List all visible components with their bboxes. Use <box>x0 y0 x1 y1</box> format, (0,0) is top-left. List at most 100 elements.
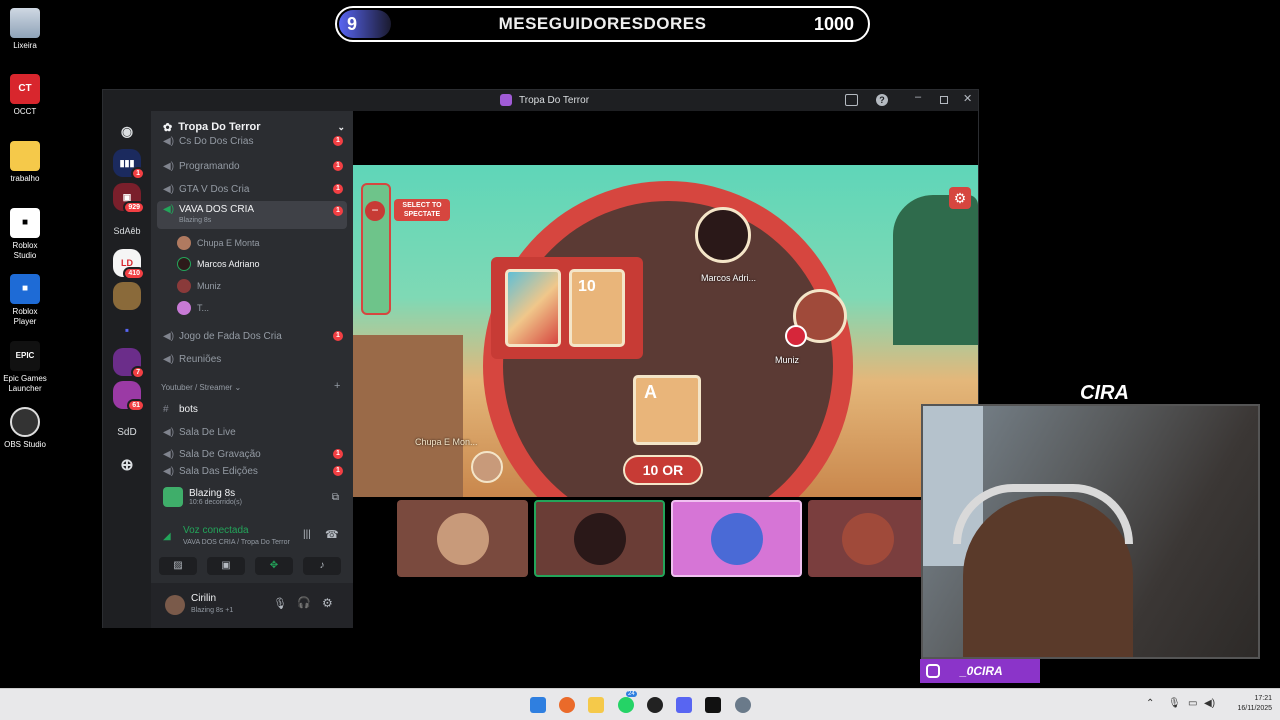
game-settings-icon[interactable]: ⚙ <box>949 187 971 209</box>
category-name: Youtuber / Streamer <box>161 383 233 392</box>
network-icon[interactable]: ▭ <box>1188 698 1197 709</box>
add-server-icon[interactable]: ⊕ <box>113 451 141 479</box>
voice-user[interactable]: T... <box>177 299 209 317</box>
close-icon[interactable]: ✕ <box>963 92 972 105</box>
desktop-icon-recycle-bin[interactable]: Lixeira <box>2 8 48 51</box>
activity-title: Blazing 8s <box>189 488 236 499</box>
discord-window: Tropa Do Terror ? – ✕ ◉ ▮▮▮ 1 ▣ 929 SdAêb … <box>102 89 979 628</box>
inbox-icon[interactable] <box>845 94 858 106</box>
server-icon[interactable] <box>113 282 141 310</box>
settings-taskbar-icon[interactable] <box>735 697 751 713</box>
avatar <box>436 512 489 565</box>
desktop-icon-roblox-studio[interactable]: ■ Roblox Studio <box>2 208 48 261</box>
player-name: Marcos Adri... <box>701 273 757 283</box>
speaker-icon: ◀) <box>163 466 175 477</box>
desktop-icon-occt[interactable]: CT OCCT <box>2 74 48 117</box>
disconnect-icon[interactable]: ☎ <box>325 528 339 541</box>
voice-user[interactable]: Muniz <box>177 277 221 295</box>
text-channel[interactable]: # bots <box>157 399 347 419</box>
participant-tile[interactable] <box>397 500 528 577</box>
firefox-icon[interactable] <box>559 697 575 713</box>
chevron-up-icon[interactable]: ⌃ <box>1146 698 1154 709</box>
player-name: Muniz <box>775 355 800 365</box>
voice-status[interactable]: Voz conectada <box>183 525 249 536</box>
popout-icon[interactable]: ⧉ <box>332 492 339 503</box>
voice-user[interactable]: Chupa E Monta <box>177 234 260 252</box>
voice-channel-active[interactable]: ◀) VAVA DOS CRIA Blazing 8s 1 <box>157 201 347 229</box>
windows-start-icon[interactable] <box>530 697 546 713</box>
desktop-icon-epic-games[interactable]: EPIC Epic Games Launcher <box>2 341 48 394</box>
server-icon[interactable]: 61 <box>113 381 145 412</box>
desktop-icon-label: OCCT <box>13 107 37 116</box>
recycle-bin-icon <box>10 8 40 38</box>
voice-channel[interactable]: ◀) GTA V Dos Cria 1 <box>157 179 347 199</box>
voice-channel[interactable]: ◀) Programando 1 <box>157 156 347 176</box>
voice-user[interactable]: Marcos Adriano <box>177 255 260 273</box>
voice-channel[interactable]: ◀) Cs Do Dos Crias 1 <box>157 135 347 147</box>
folder-icon[interactable]: ▪ <box>113 316 141 344</box>
desktop-icon-obs[interactable]: OBS Studio <box>2 407 48 450</box>
participant-tile-speaking[interactable] <box>534 500 665 577</box>
minimize-icon[interactable]: – <box>915 91 921 103</box>
avatar[interactable] <box>165 595 185 615</box>
add-channel-icon[interactable]: + <box>334 380 340 392</box>
server-icon[interactable]: 7 <box>113 348 145 379</box>
draw-pile-card[interactable] <box>505 269 561 347</box>
clock-date: 16/11/2025 <box>1237 705 1272 712</box>
discord-taskbar-icon[interactable] <box>676 697 692 713</box>
signal-icon: ◢ <box>163 531 171 542</box>
participant-tile[interactable] <box>808 500 928 577</box>
voice-channel[interactable]: ◀) Sala Das Edições 1 <box>157 466 347 478</box>
player-name: Chupa E Mon... <box>415 437 478 447</box>
channel-activity: Blazing 8s <box>179 217 212 224</box>
voice-channel[interactable]: ◀) Sala De Gravação 1 <box>157 444 347 464</box>
server-list: ◉ ▮▮▮ 1 ▣ 929 SdAêb LD 410 ▪ 7 61 SdD ⊕ <box>103 111 151 628</box>
discord-home-icon[interactable]: ◉ <box>113 117 141 145</box>
call-button[interactable]: 10 OR <box>623 455 703 485</box>
help-icon[interactable]: ? <box>876 94 888 106</box>
microphone-tray-icon[interactable]: 🎙 <box>1168 698 1181 709</box>
voice-channel[interactable]: ◀) Jogo de Fada Dos Cria 1 <box>157 326 347 346</box>
activities-button[interactable]: ✥ <box>255 557 293 575</box>
file-explorer-icon[interactable] <box>588 697 604 713</box>
server-icon[interactable]: ▣ 929 <box>113 183 145 214</box>
minus-icon[interactable]: − <box>365 201 385 221</box>
desktop-icon-trabalho[interactable]: trabalho <box>2 141 48 184</box>
desktop-icon-roblox-player[interactable]: ■ Roblox Player <box>2 274 48 327</box>
channel-name: VAVA DOS CRIA <box>179 204 255 215</box>
hand-card[interactable]: A <box>633 375 701 445</box>
soundboard-button[interactable]: ♪ <box>303 557 341 575</box>
volume-icon[interactable]: ◀) <box>1204 698 1215 709</box>
clock[interactable]: 17:21 16/11/2025 <box>1226 694 1272 714</box>
clock-time: 17:21 <box>1254 695 1272 702</box>
spectate-label[interactable]: SELECT TO SPECTATE <box>394 199 450 221</box>
server-icon[interactable]: LD 410 <box>113 249 145 280</box>
headset <box>953 484 1133 544</box>
participant-tile[interactable] <box>671 500 802 577</box>
server-icon[interactable]: SdD <box>113 418 141 446</box>
microphone-icon[interactable]: 🎙 <box>273 597 287 610</box>
voice-channel[interactable]: ◀) Reuniões <box>157 349 347 369</box>
headphones-icon[interactable]: 🎧 <box>297 596 311 609</box>
maximize-icon[interactable] <box>940 96 948 104</box>
settings-gear-icon[interactable]: ⚙ <box>322 596 333 610</box>
username[interactable]: Cirilin <box>191 593 216 604</box>
window-title: Tropa Do Terror <box>519 95 590 106</box>
noise-suppression-icon[interactable]: ||| <box>303 529 311 540</box>
epic-games-taskbar-icon[interactable] <box>705 697 721 713</box>
hash-icon: # <box>163 403 169 415</box>
screen-share-button[interactable]: ▣ <box>207 557 245 575</box>
category-header[interactable]: Youtuber / Streamer ⌄ <box>161 383 241 392</box>
camera-off-button[interactable]: ▨ <box>159 557 197 575</box>
speaker-icon: ◀) <box>163 204 175 215</box>
voice-channel[interactable]: ◀) Sala De Live <box>157 422 347 442</box>
server-icon[interactable]: SdAêb <box>113 217 141 245</box>
server-icon[interactable]: ▮▮▮ 1 <box>113 149 145 180</box>
voice-location[interactable]: VAVA DOS CRIA / Tropa Do Terror <box>183 539 290 546</box>
game-icon <box>163 487 183 507</box>
whatsapp-icon[interactable]: 24 <box>618 691 637 713</box>
activity-panel[interactable]: Blazing 8s 10:6 decorrido(s) ⧉ <box>157 483 347 511</box>
obs-taskbar-icon[interactable] <box>647 697 663 713</box>
goal-target: 1000 <box>813 13 854 34</box>
blazing-8s-game[interactable]: − SELECT TO SPECTATE ⚙ 10 A 10 OR Marcos… <box>353 165 978 497</box>
